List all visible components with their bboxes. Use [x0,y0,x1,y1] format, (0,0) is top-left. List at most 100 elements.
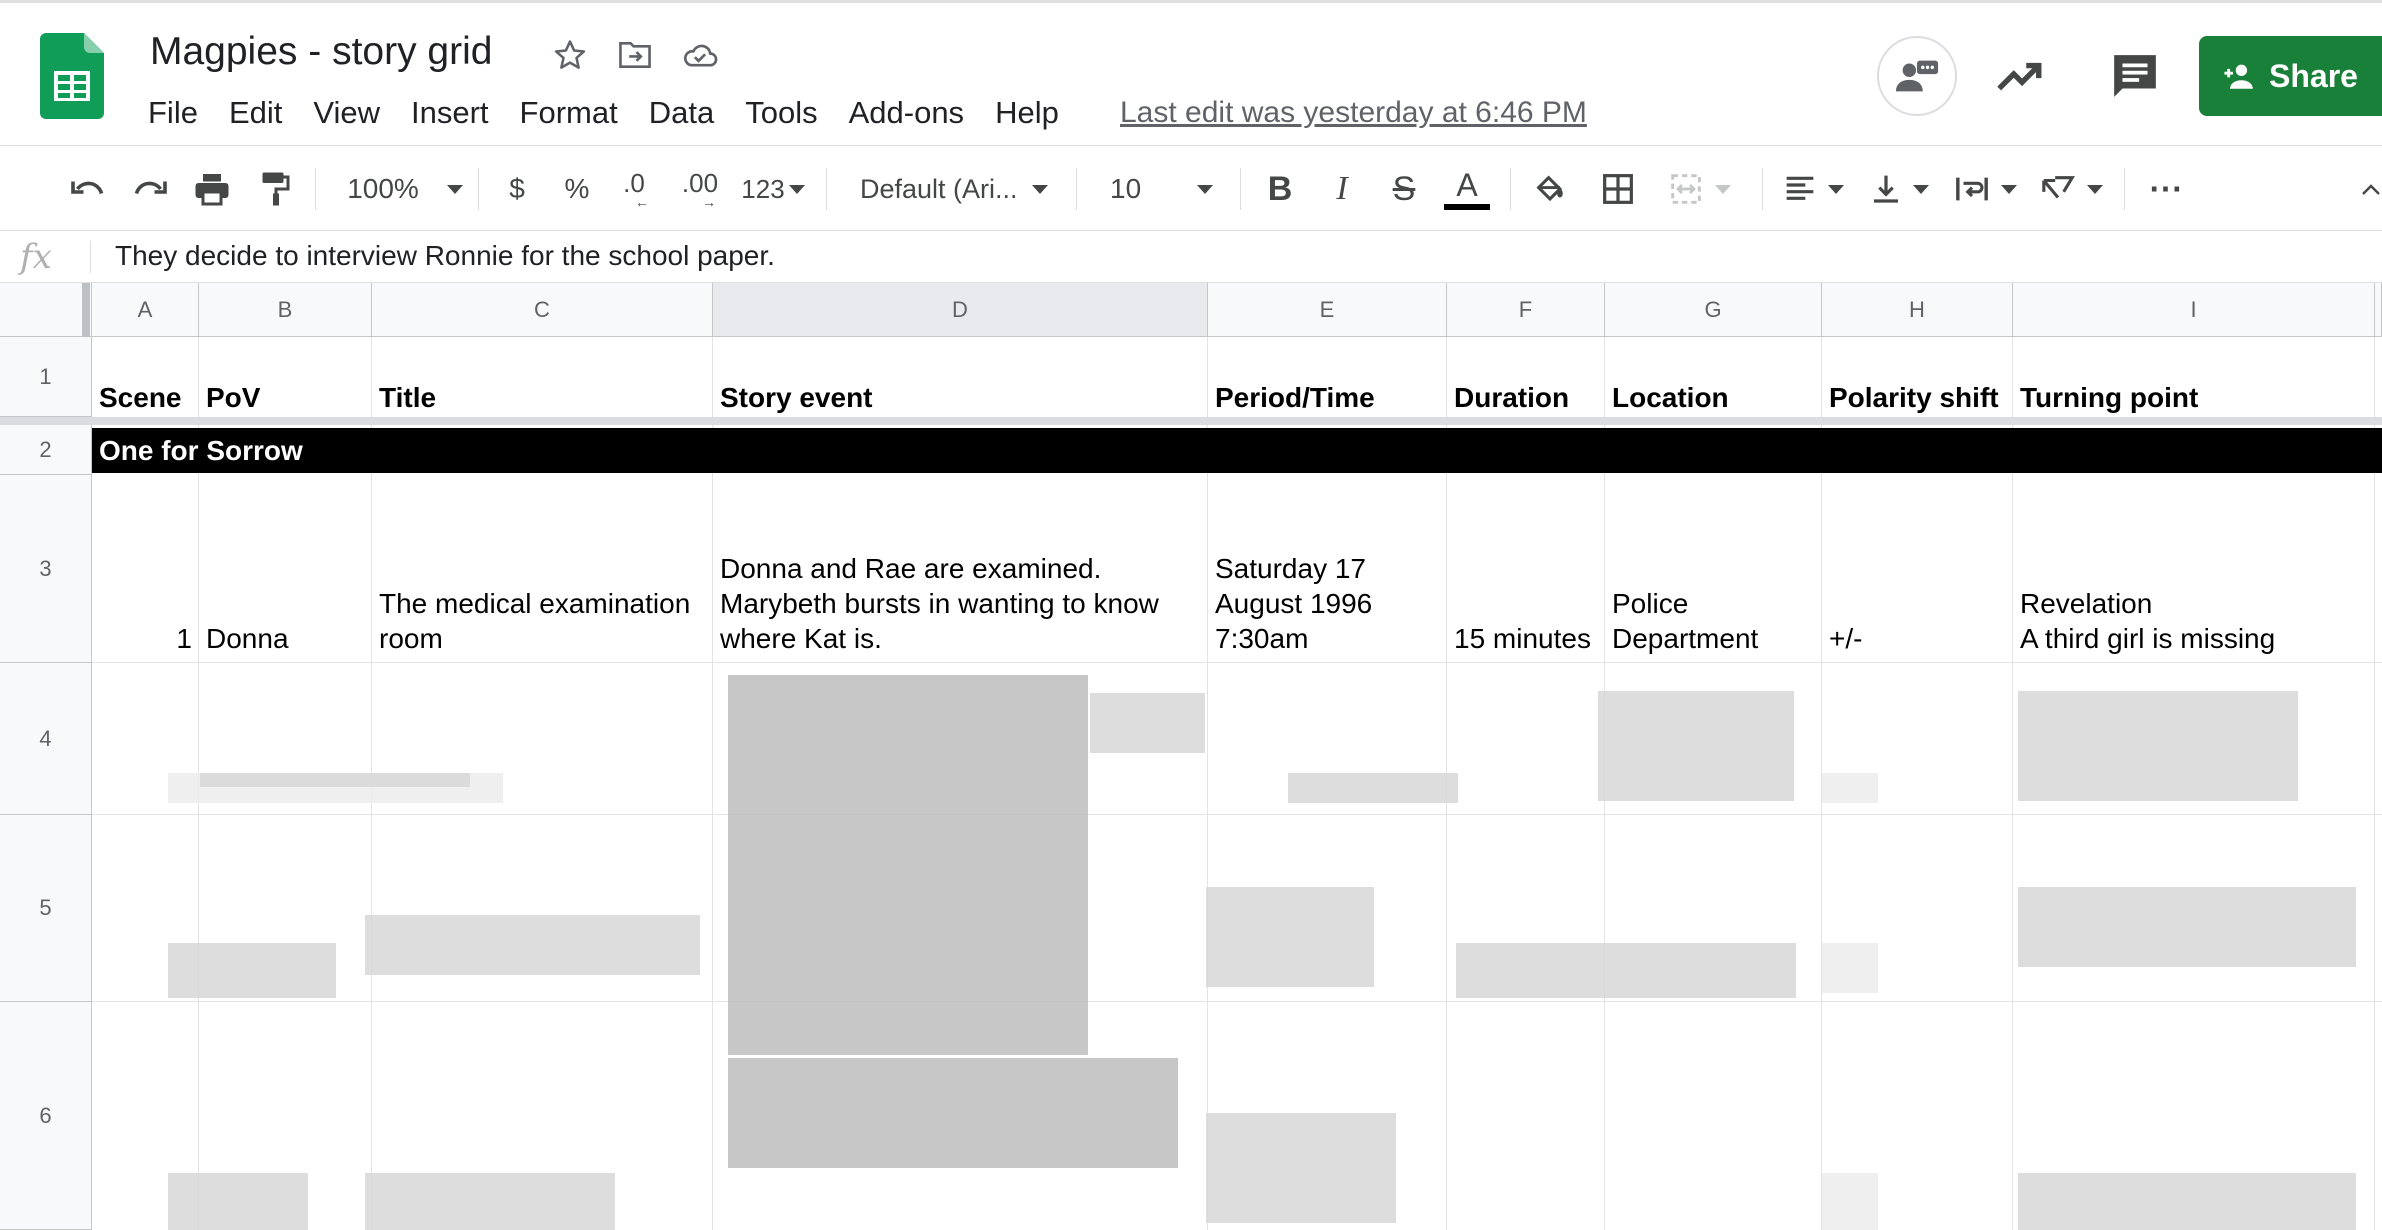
print-icon[interactable] [189,164,235,214]
bold-button[interactable]: B [1260,164,1300,214]
toolbar: 100% $ % .0 ← .00 → 123 Default (Ari... … [0,145,2382,231]
cell-duration[interactable]: 15 minutes [1447,621,1605,656]
share-label: Share [2269,57,2358,94]
blurred-cell [2018,691,2298,801]
present-to-meeting-icon[interactable] [1877,36,1957,116]
row-header-6[interactable]: 6 [0,1002,92,1230]
increase-decimal-button[interactable]: .00 → [676,164,724,214]
header-period-time[interactable]: Period/Time [1208,380,1447,415]
column-header-g[interactable]: G [1605,283,1822,337]
fx-icon: fx [20,237,52,277]
frozen-rows-divider[interactable] [0,417,2382,425]
cell-turning-point[interactable]: Revelation A third girl is missing [2013,586,2375,656]
blurred-cell [2018,887,2356,967]
menu-tools[interactable]: Tools [745,93,817,133]
borders-icon[interactable] [1598,164,1638,214]
menu-file[interactable]: File [148,93,198,133]
activity-dashboard-icon[interactable] [1995,53,2045,99]
section-row[interactable] [92,428,2382,473]
font-size-select[interactable]: 10 [1110,164,1222,214]
redo-icon[interactable] [127,164,173,214]
last-edit-link[interactable]: Last edit was yesterday at 6:46 PM [1120,93,1587,133]
select-all-corner[interactable] [0,283,92,337]
cell-scene[interactable]: 1 [92,621,199,656]
strikethrough-button[interactable]: S [1384,164,1424,214]
cell-pov[interactable]: Donna [199,621,372,656]
column-header-f[interactable]: F [1447,283,1605,337]
menu-add-ons[interactable]: Add-ons [849,93,964,133]
header-scene[interactable]: Scene [92,380,199,415]
blurred-cell [1206,1113,1396,1223]
currency-format-button[interactable]: $ [500,164,534,214]
menu-edit[interactable]: Edit [229,93,282,133]
menu-insert[interactable]: Insert [411,93,489,133]
horizontal-align-icon[interactable] [1780,164,1848,214]
formula-input[interactable]: They decide to interview Ronnie for the … [115,240,775,272]
column-header-next[interactable] [2375,283,2382,337]
cell-story-event[interactable]: Donna and Rae are examined. Marybeth bur… [713,551,1208,656]
header-title[interactable]: Title [372,380,713,415]
share-button[interactable]: Share [2199,36,2382,116]
cell-turning-line: Revelation [2020,588,2153,619]
cell-location[interactable]: Police Department [1605,586,1822,656]
document-title[interactable]: Magpies - story grid [150,30,492,74]
text-color-button[interactable]: A [1444,164,1490,214]
header-story-event[interactable]: Story event [713,380,1208,415]
merge-cells-icon[interactable] [1664,164,1736,214]
formula-divider [90,241,91,273]
cell-polarity-shift[interactable]: +/- [1822,621,2013,656]
font-family-value: Default (Ari... [860,173,1018,204]
cloud-saved-icon[interactable] [680,35,720,75]
column-header-i[interactable]: I [2013,283,2375,337]
row-header-1[interactable]: 1 [0,337,92,417]
increase-decimal-label: .00 [681,168,719,198]
column-header-a[interactable]: A [92,283,199,337]
menu-data[interactable]: Data [649,93,714,133]
menu-format[interactable]: Format [520,93,618,133]
star-icon[interactable] [550,35,590,75]
cell-location-line: Department [1612,623,1759,654]
more-options-button[interactable]: ⋯ [2146,164,2186,214]
header-location[interactable]: Location [1605,380,1822,415]
zoom-value: 100% [347,173,419,204]
font-family-select[interactable]: Default (Ari... [860,164,1060,214]
paint-format-icon[interactable] [253,164,299,214]
comments-icon[interactable] [2110,51,2160,101]
menu-help[interactable]: Help [995,93,1059,133]
freeze-handle[interactable] [82,283,90,337]
row-header-2[interactable]: 2 [0,425,92,475]
column-header-e[interactable]: E [1208,283,1447,337]
undo-icon[interactable] [65,164,111,214]
column-header-h[interactable]: H [1822,283,2013,337]
section-title[interactable]: One for Sorrow [92,433,310,468]
row-header-5[interactable]: 5 [0,815,92,1002]
header-pov[interactable]: PoV [199,380,372,415]
header-duration[interactable]: Duration [1447,380,1605,415]
italic-button[interactable]: I [1322,164,1362,214]
vertical-align-icon[interactable] [1866,164,1934,214]
decrease-decimal-label: .0 [623,168,645,198]
row-header-3[interactable]: 3 [0,475,92,663]
cell-location-line: Police [1612,588,1689,619]
menu-view[interactable]: View [313,93,380,133]
row-header-4[interactable]: 4 [0,663,92,815]
header-turning-point[interactable]: Turning point [2013,380,2375,415]
spreadsheet-grid[interactable]: A B C D E F G H I 1 2 3 4 5 6 Scene PoV … [0,283,2382,1230]
percent-format-button[interactable]: % [560,164,594,214]
column-header-b[interactable]: B [199,283,372,337]
more-formats-select[interactable]: 123 [738,164,808,214]
blurred-cell [1822,773,1878,803]
decrease-decimal-button[interactable]: .0 ← [614,164,654,214]
move-to-folder-icon[interactable] [615,35,655,75]
sheets-logo-icon[interactable] [40,33,104,119]
header-polarity-shift[interactable]: Polarity shift [1822,380,2013,415]
collapse-toolbar-icon[interactable] [2360,164,2382,214]
cell-title[interactable]: The medical examination room [372,586,713,656]
text-rotation-icon[interactable] [2038,164,2106,214]
zoom-select[interactable]: 100% [340,164,470,214]
column-header-c[interactable]: C [372,283,713,337]
column-header-d[interactable]: D [713,283,1208,337]
fill-color-icon[interactable] [1530,164,1570,214]
cell-period-time[interactable]: Saturday 17 August 1996 7:30am [1208,551,1447,656]
text-wrapping-icon[interactable] [1952,164,2020,214]
